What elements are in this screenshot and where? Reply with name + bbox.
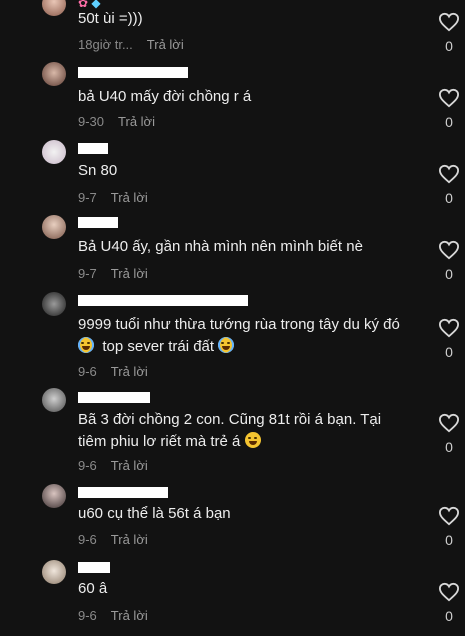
reply-button[interactable]: Trả lời: [118, 114, 155, 129]
comment-text: u60 cụ thể là 56t á bạn: [78, 505, 231, 522]
comment-text: bả U40 mấy đời chồng r á: [78, 88, 252, 105]
comment-item: Bã 3 đời chồng 2 con. Cũng 81t rồi á bạn…: [0, 385, 465, 481]
comment-item: 9999 tuổi như thừa tướng rùa trong tây d…: [0, 290, 465, 384]
comment-meta: 9-7 Trả lời: [78, 190, 148, 205]
comment-item: 60 â 9-6 Trả lời 0: [0, 558, 465, 636]
comment-text: 9999 tuổi như thừa tướng rùa trong tây d…: [78, 316, 400, 355]
avatar[interactable]: [42, 560, 66, 584]
comment-meta: 18giờ tr... Trả lời: [78, 37, 184, 52]
comment-text: Sn 80: [78, 162, 118, 179]
reply-button[interactable]: Trả lời: [111, 266, 148, 281]
avatar[interactable]: [42, 388, 66, 412]
like-count: 0: [445, 532, 453, 548]
like-button[interactable]: 0: [438, 506, 460, 548]
redacted-username: [78, 143, 108, 154]
like-count: 0: [445, 266, 453, 282]
comment-meta: 9-6 Trả lời: [78, 532, 148, 547]
avatar[interactable]: [42, 292, 66, 316]
face-with-tears-of-joy-icon: [218, 337, 235, 353]
comment-text: Bả U40 ấy, gần nhà mình nên mình biết nè: [78, 238, 363, 255]
heart-outline-icon[interactable]: [438, 164, 460, 184]
comment-meta: 9-6 Trả lời: [78, 364, 148, 379]
heart-outline-icon[interactable]: [438, 12, 460, 32]
redacted-username: [78, 67, 188, 78]
like-button[interactable]: 0: [438, 582, 460, 624]
comment-item: Bả U40 ấy, gần nhà mình nên mình biết nè…: [0, 212, 465, 288]
comment-item: bả U40 mấy đời chồng r á 9-30 Trả lời 0: [0, 60, 465, 134]
avatar[interactable]: [42, 0, 66, 16]
comment-item: ✿ ◆ 50t ùi =))) 18giờ tr... Trả lời 0: [0, 0, 465, 58]
heart-outline-icon[interactable]: [438, 88, 460, 108]
comment-item: u60 cụ thể là 56t á bạn 9-6 Trả lời 0: [0, 482, 465, 556]
reply-button[interactable]: Trả lời: [111, 364, 148, 379]
comment-time: 18giờ tr...: [78, 37, 133, 52]
reply-button[interactable]: Trả lời: [111, 190, 148, 205]
redacted-username: [78, 487, 168, 498]
comment-time: 9-6: [78, 458, 97, 473]
heart-outline-icon[interactable]: [438, 413, 460, 433]
like-button[interactable]: 0: [438, 88, 460, 130]
comment-meta: 9-30 Trả lời: [78, 114, 155, 129]
redacted-username: [78, 217, 118, 228]
heart-outline-icon[interactable]: [438, 582, 460, 602]
comment-item: Sn 80 9-7 Trả lời 0: [0, 136, 465, 210]
redacted-username: [78, 562, 110, 573]
like-button[interactable]: 0: [438, 318, 460, 360]
like-button[interactable]: 0: [438, 12, 460, 54]
like-count: 0: [445, 190, 453, 206]
comment-meta: 9-6 Trả lời: [78, 458, 148, 473]
comment-text: 50t ùi =))): [78, 10, 143, 27]
comment-meta: 9-6 Trả lời: [78, 608, 148, 623]
redacted-username: [78, 392, 150, 403]
heart-outline-icon[interactable]: [438, 240, 460, 260]
reply-button[interactable]: Trả lời: [111, 532, 148, 547]
comment-time: 9-30: [78, 114, 105, 129]
like-count: 0: [445, 114, 453, 130]
like-count: 0: [445, 344, 453, 360]
heart-outline-icon[interactable]: [438, 318, 460, 338]
like-count: 0: [445, 608, 453, 624]
avatar[interactable]: [42, 215, 66, 239]
comment-time: 9-7: [78, 266, 97, 281]
reply-button[interactable]: Trả lời: [111, 458, 148, 473]
comment-text: Bã 3 đời chồng 2 con. Cũng 81t rồi á bạn…: [78, 411, 382, 450]
comment-text: 60 â: [78, 580, 108, 597]
comment-time: 9-6: [78, 364, 97, 379]
like-button[interactable]: 0: [438, 240, 460, 282]
like-button[interactable]: 0: [438, 413, 460, 455]
like-count: 0: [445, 439, 453, 455]
comment-time: 9-6: [78, 532, 97, 547]
avatar[interactable]: [42, 140, 66, 164]
reply-button[interactable]: Trả lời: [111, 608, 148, 623]
avatar[interactable]: [42, 484, 66, 508]
heart-outline-icon[interactable]: [438, 506, 460, 526]
comment-time: 9-6: [78, 608, 97, 623]
rolling-laughing-icon: [244, 432, 261, 448]
like-count: 0: [445, 38, 453, 54]
redacted-username: [78, 295, 248, 306]
comment-meta: 9-7 Trả lời: [78, 266, 148, 281]
like-button[interactable]: 0: [438, 164, 460, 206]
face-with-tears-of-joy-icon: [78, 337, 94, 353]
comment-time: 9-7: [78, 190, 97, 205]
avatar[interactable]: [42, 62, 66, 86]
reply-button[interactable]: Trả lời: [147, 37, 184, 52]
